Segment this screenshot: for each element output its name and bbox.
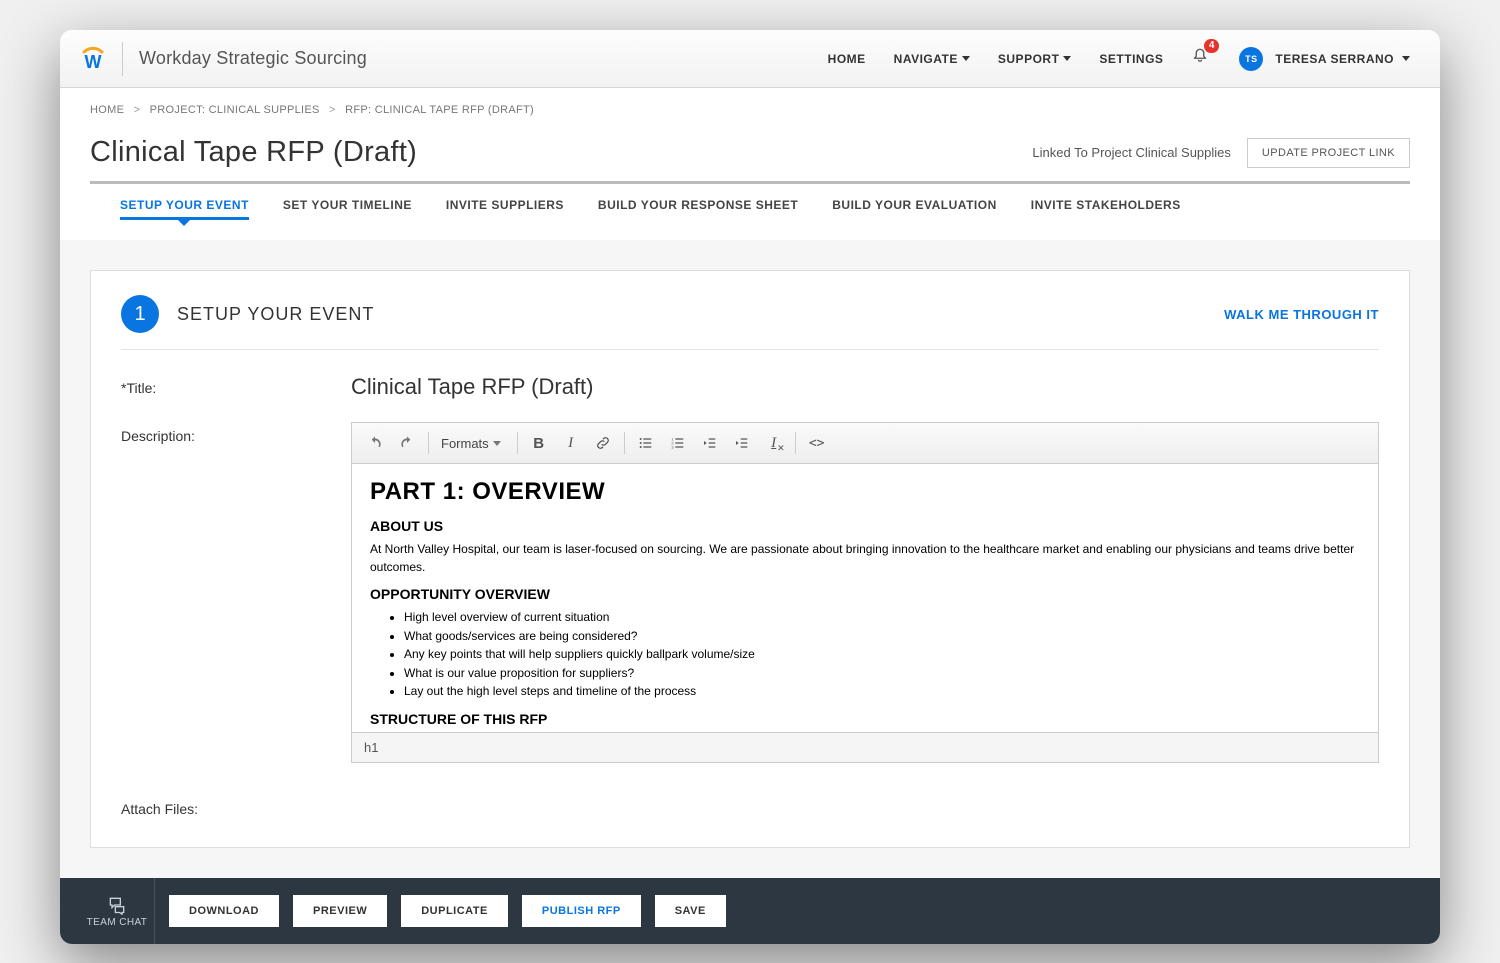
editor-toolbar: Formats B I 123 I✕ <> (352, 423, 1378, 464)
attach-files-row: Attach Files: (121, 785, 1379, 817)
nav-settings-label: SETTINGS (1099, 52, 1163, 66)
editor-p-about: At North Valley Hospital, our team is la… (370, 540, 1360, 576)
user-name-label: TERESA SERRANO (1275, 52, 1394, 66)
tab-build-evaluation[interactable]: BUILD YOUR EVALUATION (832, 198, 997, 218)
title-input[interactable]: Clinical Tape RFP (Draft) (351, 374, 1379, 400)
bullet-list-button[interactable] (631, 429, 661, 457)
numbered-list-button[interactable]: 123 (663, 429, 693, 457)
nav-home[interactable]: HOME (828, 52, 866, 66)
description-label: Description: (121, 422, 351, 444)
nav-navigate-label: NAVIGATE (894, 52, 958, 66)
nav-links: HOME NAVIGATE SUPPORT SETTINGS 4 TS TERE… (828, 47, 1410, 71)
editor-bullet: High level overview of current situation (404, 608, 1360, 627)
tab-invite-suppliers[interactable]: INVITE SUPPLIERS (446, 198, 564, 218)
chevron-down-icon (962, 56, 970, 61)
setup-panel: 1 SETUP YOUR EVENT WALK ME THROUGH IT *T… (90, 270, 1410, 848)
content-area: 1 SETUP YOUR EVENT WALK ME THROUGH IT *T… (60, 240, 1440, 878)
tab-setup-event[interactable]: SETUP YOUR EVENT (120, 198, 249, 218)
description-row-field: Description: Formats B I 123 (121, 422, 1379, 763)
tabs: SETUP YOUR EVENT SET YOUR TIMELINE INVIT… (90, 184, 1410, 240)
title-row-field: *Title: Clinical Tape RFP (Draft) (121, 374, 1379, 400)
download-button[interactable]: DOWNLOAD (169, 895, 279, 927)
bottom-action-bar: TEAM CHAT DOWNLOAD PREVIEW DUPLICATE PUB… (60, 878, 1440, 944)
code-button[interactable]: <> (802, 429, 832, 457)
outdent-button[interactable] (695, 429, 725, 457)
attach-files-label: Attach Files: (121, 795, 351, 817)
chevron-down-icon (1063, 56, 1071, 61)
editor-bullets: High level overview of current situation… (404, 608, 1360, 701)
editor-bullet: Lay out the high level steps and timelin… (404, 682, 1360, 701)
bold-button[interactable]: B (524, 429, 554, 457)
editor-bullet: What goods/services are being considered… (404, 627, 1360, 646)
linked-project-text: Linked To Project Clinical Supplies (1032, 145, 1230, 160)
top-nav: W Workday Strategic Sourcing HOME NAVIGA… (60, 30, 1440, 88)
link-button[interactable] (588, 429, 618, 457)
step-number-badge: 1 (121, 295, 159, 333)
indent-button[interactable] (727, 429, 757, 457)
team-chat-button[interactable]: TEAM CHAT (80, 878, 155, 944)
title-actions: Linked To Project Clinical Supplies UPDA… (1032, 138, 1410, 168)
breadcrumb-rfp: RFP: CLINICAL TAPE RFP (DRAFT) (345, 104, 534, 116)
page-head: HOME > PROJECT: CLINICAL SUPPLIES > RFP:… (60, 88, 1440, 240)
tab-set-timeline[interactable]: SET YOUR TIMELINE (283, 198, 412, 218)
update-project-link-button[interactable]: UPDATE PROJECT LINK (1247, 138, 1410, 168)
editor-h2-structure: STRUCTURE OF THIS RFP (370, 711, 1360, 727)
publish-rfp-button[interactable]: PUBLISH RFP (522, 895, 641, 927)
user-menu[interactable]: TS TERESA SERRANO (1239, 47, 1410, 71)
walk-me-through-it-link[interactable]: WALK ME THROUGH IT (1224, 307, 1379, 322)
nav-support[interactable]: SUPPORT (998, 52, 1072, 66)
editor-h2-about: ABOUT US (370, 518, 1360, 534)
brand-area: W Workday Strategic Sourcing (80, 42, 367, 76)
notification-badge: 4 (1204, 39, 1220, 53)
svg-text:W: W (85, 52, 102, 72)
nav-navigate[interactable]: NAVIGATE (894, 52, 970, 66)
tab-invite-stakeholders[interactable]: INVITE STAKEHOLDERS (1031, 198, 1181, 218)
chevron-down-icon (493, 441, 501, 446)
editor-bullet: Any key points that will help suppliers … (404, 645, 1360, 664)
brand-name: Workday Strategic Sourcing (139, 48, 367, 69)
title-label: *Title: (121, 374, 351, 396)
workday-logo-icon: W (80, 46, 106, 72)
avatar: TS (1239, 47, 1263, 71)
undo-button[interactable] (360, 429, 390, 457)
title-row: Clinical Tape RFP (Draft) Linked To Proj… (90, 136, 1410, 169)
redo-button[interactable] (392, 429, 422, 457)
chevron-down-icon (1402, 56, 1410, 61)
chat-icon (107, 895, 127, 915)
svg-text:3: 3 (671, 444, 674, 449)
formats-dropdown[interactable]: Formats (435, 429, 511, 457)
editor-status-bar: h1 (352, 732, 1378, 762)
editor-h1: PART 1: OVERVIEW (370, 478, 1360, 506)
brand-divider (122, 42, 123, 76)
nav-home-label: HOME (828, 52, 866, 66)
app-window: W Workday Strategic Sourcing HOME NAVIGA… (60, 30, 1440, 944)
editor-h2-opportunity: OPPORTUNITY OVERVIEW (370, 586, 1360, 602)
breadcrumb-project[interactable]: PROJECT: CLINICAL SUPPLIES (150, 104, 320, 116)
notifications-button[interactable]: 4 (1191, 47, 1211, 70)
tab-build-response-sheet[interactable]: BUILD YOUR RESPONSE SHEET (598, 198, 798, 218)
page-title: Clinical Tape RFP (Draft) (90, 136, 417, 169)
clear-formatting-button[interactable]: I✕ (759, 429, 789, 457)
editor-content[interactable]: PART 1: OVERVIEW ABOUT US At North Valle… (352, 464, 1378, 732)
italic-button[interactable]: I (556, 429, 586, 457)
duplicate-button[interactable]: DUPLICATE (401, 895, 508, 927)
preview-button[interactable]: PREVIEW (293, 895, 387, 927)
rich-text-editor: Formats B I 123 I✕ <> (351, 422, 1379, 763)
nav-support-label: SUPPORT (998, 52, 1060, 66)
team-chat-label: TEAM CHAT (87, 917, 148, 928)
editor-bullet: What is our value proposition for suppli… (404, 664, 1360, 683)
breadcrumb-home[interactable]: HOME (90, 104, 124, 116)
step-title: SETUP YOUR EVENT (177, 304, 374, 325)
nav-settings[interactable]: SETTINGS (1099, 52, 1163, 66)
breadcrumb: HOME > PROJECT: CLINICAL SUPPLIES > RFP:… (90, 104, 1410, 116)
save-button[interactable]: SAVE (655, 895, 726, 927)
step-header: 1 SETUP YOUR EVENT WALK ME THROUGH IT (121, 295, 1379, 350)
